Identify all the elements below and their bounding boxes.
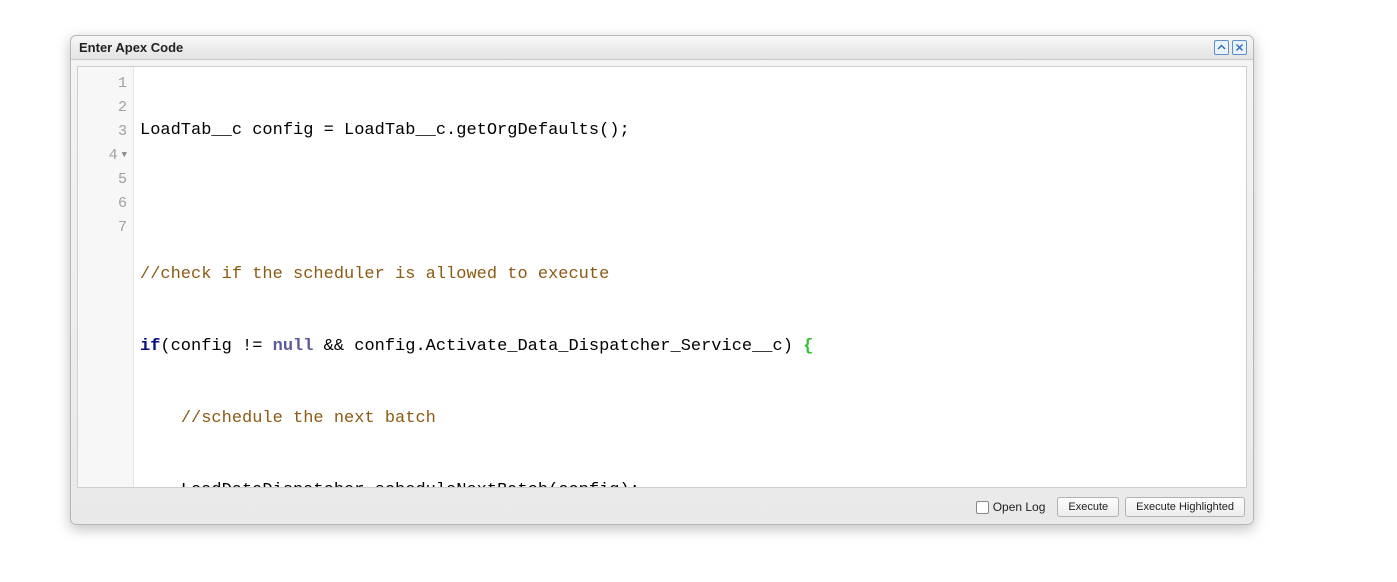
code-indent <box>140 409 181 428</box>
fold-marker-icon[interactable]: ▼ <box>122 151 127 160</box>
code-area[interactable]: LoadTab__c config = LoadTab__c.getOrgDef… <box>134 67 1246 487</box>
execute-button[interactable]: Execute <box>1057 497 1119 517</box>
line-number-text: 7 <box>118 219 127 236</box>
code-line: LoadDataDispatcher.scheduleNextBatch(con… <box>140 479 1246 488</box>
collapse-icon[interactable] <box>1214 40 1229 55</box>
apex-dialog: Enter Apex Code 1 2 3 4▼ 5 6 7 LoadTab__… <box>70 35 1254 525</box>
button-label: Execute Highlighted <box>1136 501 1234 513</box>
line-number-text: 4 <box>109 147 118 164</box>
code-line: //schedule the next batch <box>140 407 1246 431</box>
line-number: 6 <box>78 191 133 215</box>
code-null: null <box>273 337 314 356</box>
checkbox-box[interactable] <box>976 501 989 514</box>
code-comment: //schedule the next batch <box>181 409 436 428</box>
open-log-label: Open Log <box>993 500 1046 514</box>
code-text: LoadDataDispatcher.scheduleNextBatch(con… <box>181 481 640 488</box>
line-number-text: 6 <box>118 195 127 212</box>
code-line <box>140 191 1246 215</box>
line-gutter: 1 2 3 4▼ 5 6 7 <box>78 67 134 487</box>
line-number: 2 <box>78 95 133 119</box>
line-number: 4▼ <box>78 143 133 167</box>
close-icon[interactable] <box>1232 40 1247 55</box>
code-comment: //check if the scheduler is allowed to e… <box>140 265 609 284</box>
code-editor[interactable]: 1 2 3 4▼ 5 6 7 LoadTab__c config = LoadT… <box>77 66 1247 488</box>
code-text: LoadTab__c config = LoadTab__c.getOrgDef… <box>140 121 630 140</box>
line-number: 7 <box>78 215 133 239</box>
line-number: 3 <box>78 119 133 143</box>
code-keyword: if <box>140 337 160 356</box>
line-number: 1 <box>78 71 133 95</box>
line-number-text: 2 <box>118 99 127 116</box>
code-brace: { <box>803 337 813 356</box>
code-line: LoadTab__c config = LoadTab__c.getOrgDef… <box>140 119 1246 143</box>
code-line: if(config != null && config.Activate_Dat… <box>140 335 1246 359</box>
open-log-checkbox[interactable]: Open Log <box>976 500 1046 514</box>
code-line: //check if the scheduler is allowed to e… <box>140 263 1246 287</box>
line-number-text: 5 <box>118 171 127 188</box>
code-text: && config.Activate_Data_Dispatcher_Servi… <box>313 337 803 356</box>
code-text: (config != <box>160 337 272 356</box>
button-label: Execute <box>1068 501 1108 513</box>
line-number: 5 <box>78 167 133 191</box>
line-number-text: 3 <box>118 123 127 140</box>
dialog-title: Enter Apex Code <box>79 40 183 55</box>
titlebar-icons <box>1214 40 1247 55</box>
dialog-titlebar: Enter Apex Code <box>71 36 1253 60</box>
line-number-text: 1 <box>118 75 127 92</box>
execute-highlighted-button[interactable]: Execute Highlighted <box>1125 497 1245 517</box>
dialog-footer: Open Log Execute Execute Highlighted <box>71 494 1253 524</box>
code-indent <box>140 481 181 488</box>
